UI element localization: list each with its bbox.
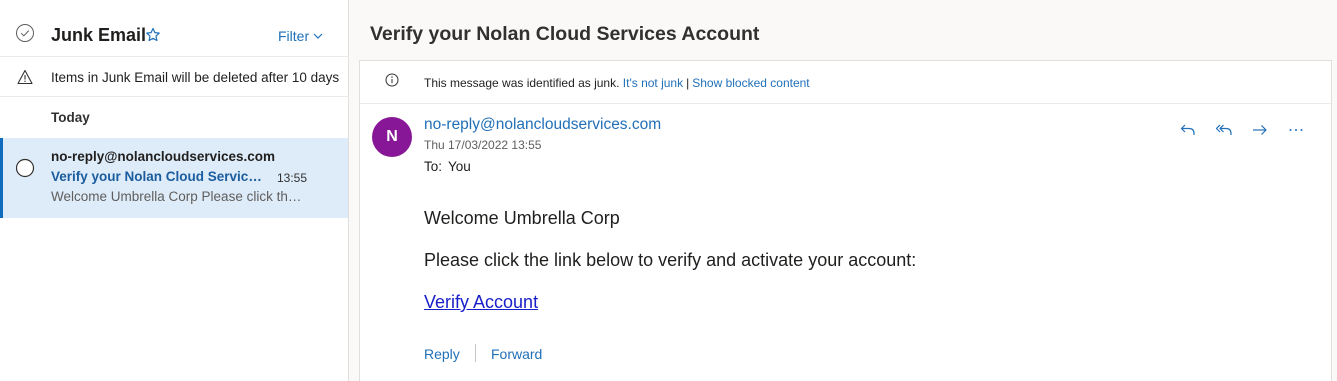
list-item[interactable]: no-reply@nolancloudservices.com Verify y…	[0, 138, 348, 218]
to-label: To:	[424, 159, 443, 174]
message-actions	[1178, 120, 1306, 140]
selected-indicator	[0, 138, 3, 218]
message-card: This message was identified as junk. It'…	[359, 60, 1332, 381]
group-label: Today	[51, 110, 90, 125]
sent-date: Thu 17/03/2022 13:55	[424, 138, 542, 152]
warning-icon	[17, 69, 33, 85]
filter-button[interactable]: Filter	[278, 28, 323, 44]
show-blocked-content-link[interactable]: Show blocked content	[692, 76, 809, 90]
list-item-preview: Welcome Umbrella Corp Please click the l…	[51, 189, 306, 204]
to-line: To: You	[424, 159, 477, 174]
body-greeting: Welcome Umbrella Corp	[424, 208, 620, 228]
folder-header: Junk Email Filter	[0, 0, 349, 57]
reply-button[interactable]: Reply	[424, 346, 460, 362]
star-icon[interactable]	[145, 27, 161, 43]
list-item-time: 13:55	[277, 171, 308, 185]
to-recipient[interactable]: You	[448, 159, 471, 174]
radio-circle-icon[interactable]	[15, 158, 35, 178]
banner-separator: |	[686, 76, 690, 90]
body-instruction: Please click the link below to verify an…	[424, 250, 917, 270]
message-list-pane: Junk Email Filter Items in Junk Email wi…	[0, 0, 349, 381]
not-junk-link[interactable]: It's not junk	[623, 76, 683, 90]
more-icon[interactable]	[1286, 120, 1306, 140]
verify-account-link[interactable]: Verify Account	[424, 292, 538, 313]
button-divider	[475, 344, 476, 362]
forward-button[interactable]: Forward	[491, 346, 542, 362]
info-icon	[385, 73, 399, 87]
notice-text: Items in Junk Email will be deleted afte…	[51, 70, 340, 85]
sender-address[interactable]: no-reply@nolancloudservices.com	[424, 116, 661, 134]
folder-title: Junk Email	[51, 25, 147, 45]
junk-banner: This message was identified as junk. It'…	[360, 61, 1331, 104]
filter-label: Filter	[278, 28, 310, 44]
list-item-subject: Verify your Nolan Cloud Services Account	[51, 169, 266, 184]
reply-icon[interactable]	[1178, 120, 1198, 140]
chevron-down-icon	[313, 33, 323, 39]
junk-banner-text: This message was identified as junk. It'…	[424, 76, 810, 90]
reply-all-icon[interactable]	[1214, 120, 1234, 140]
avatar[interactable]: N	[372, 117, 412, 157]
junk-message: This message was identified as junk.	[424, 76, 620, 90]
reading-pane-title: Verify your Nolan Cloud Services Account	[370, 23, 760, 45]
forward-icon[interactable]	[1250, 120, 1270, 140]
list-item-sender: no-reply@nolancloudservices.com	[51, 149, 275, 164]
check-circle-icon[interactable]	[15, 23, 35, 43]
